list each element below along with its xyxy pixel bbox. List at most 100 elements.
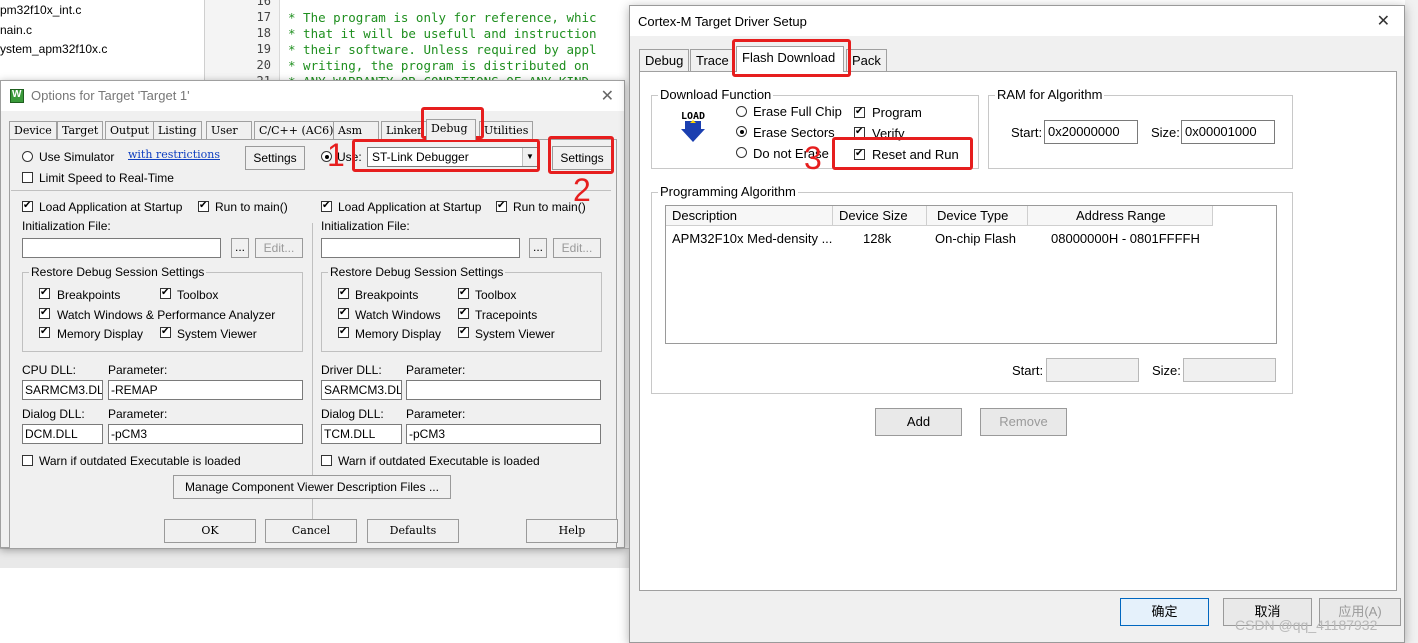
table-cell: 128k xyxy=(863,231,892,246)
column-header[interactable]: Device Type xyxy=(927,206,1028,226)
dialog-title: Cortex-M Target Driver Setup xyxy=(638,14,807,29)
algo-size-input[interactable] xyxy=(1183,358,1276,382)
cpu-dll-input[interactable]: SARMCM3.DLL xyxy=(22,380,103,400)
annotation-number-2: 2 xyxy=(573,172,591,208)
toolbox-checkbox[interactable] xyxy=(160,286,171,300)
with-restrictions-link[interactable]: with restrictions xyxy=(128,148,220,161)
driver-dll-parameter-input[interactable] xyxy=(406,380,601,400)
tab-debug[interactable]: Debug xyxy=(639,49,690,71)
run-to-main-label: Run to main() xyxy=(215,200,288,214)
background-window-edge xyxy=(1405,0,1418,643)
init-file-input[interactable] xyxy=(321,238,520,258)
memory-display-checkbox[interactable] xyxy=(338,325,349,339)
close-icon[interactable]: ✕ xyxy=(601,86,614,106)
column-header[interactable]: Device Size xyxy=(833,206,927,226)
load-app-checkbox[interactable] xyxy=(22,199,33,213)
dialog-dll-parameter-input[interactable]: -pCM3 xyxy=(406,424,601,444)
group-label: Download Function xyxy=(658,87,774,102)
file-item[interactable]: ystem_apm32f10x.c xyxy=(0,42,107,56)
table-cell: 08000000H - 0801FFFFH xyxy=(1051,231,1200,246)
erase-sectors-radio[interactable] xyxy=(736,126,747,137)
tab-target[interactable]: Target xyxy=(57,121,104,139)
dialog-title-bar[interactable]: Cortex-M Target Driver Setup ✕ xyxy=(630,6,1404,36)
help-button[interactable]: Help xyxy=(526,519,618,543)
column-header[interactable]: Address Range xyxy=(1028,206,1213,226)
tab-device[interactable]: Device xyxy=(9,121,57,139)
algo-start-input[interactable] xyxy=(1046,358,1139,382)
column-header[interactable]: Description xyxy=(666,206,833,226)
init-file-edit-button[interactable]: Edit... xyxy=(255,238,303,258)
algorithm-table[interactable]: Description Device Size Device Type Addr… xyxy=(665,205,1277,344)
warn-outdated-checkbox[interactable] xyxy=(22,455,33,466)
dialog-dll-input[interactable]: DCM.DLL xyxy=(22,424,103,444)
tracepoints-label: Tracepoints xyxy=(475,308,538,322)
warn-outdated-checkbox[interactable] xyxy=(321,455,332,466)
toolbox-checkbox[interactable] xyxy=(458,286,469,300)
watch-windows-checkbox[interactable] xyxy=(338,306,349,320)
parameter-label: Parameter: xyxy=(108,363,168,377)
load-app-checkbox[interactable] xyxy=(321,199,332,213)
tab-utilities[interactable]: Utilities xyxy=(479,121,534,139)
annotation-number-3: 3 xyxy=(804,140,822,176)
manage-component-viewer-button[interactable]: Manage Component Viewer Description File… xyxy=(173,475,451,499)
file-item[interactable]: pm32f10x_int.c xyxy=(0,3,81,17)
code-line: * their software. Unless required by app… xyxy=(288,42,597,57)
remove-button[interactable]: Remove xyxy=(980,408,1067,436)
system-viewer-checkbox[interactable] xyxy=(160,325,171,339)
memory-display-label: Memory Display xyxy=(355,327,442,341)
ok-button[interactable]: OK xyxy=(164,519,256,543)
use-simulator-radio[interactable] xyxy=(22,151,33,162)
watch-windows-checkbox[interactable] xyxy=(39,306,50,320)
init-file-input[interactable] xyxy=(22,238,221,258)
dialog-title-bar[interactable]: Options for Target 'Target 1' ✕ xyxy=(1,81,624,111)
ok-button[interactable]: 确定 xyxy=(1120,598,1209,626)
cancel-button[interactable]: Cancel xyxy=(265,519,357,543)
tracepoints-checkbox[interactable] xyxy=(458,306,469,320)
limit-speed-checkbox[interactable] xyxy=(22,172,33,183)
init-file-browse-button[interactable]: ... xyxy=(529,238,547,258)
init-file-edit-button[interactable]: Edit... xyxy=(553,238,601,258)
tab-trace[interactable]: Trace xyxy=(690,49,735,71)
add-button[interactable]: Add xyxy=(875,408,962,436)
load-app-label: Load Application at Startup xyxy=(39,200,183,214)
tab-pack[interactable]: Pack xyxy=(846,49,887,71)
do-not-erase-radio[interactable] xyxy=(736,147,747,158)
dialog-dll-input[interactable]: TCM.DLL xyxy=(321,424,402,444)
ram-size-label: Size: xyxy=(1151,125,1180,140)
simulator-settings-button[interactable]: Settings xyxy=(245,146,305,170)
tab-listing[interactable]: Listing xyxy=(153,121,202,139)
run-to-main-checkbox[interactable] xyxy=(496,199,507,213)
memory-display-checkbox[interactable] xyxy=(39,325,50,339)
erase-full-chip-radio[interactable] xyxy=(736,106,747,117)
line-number: 16 xyxy=(256,0,271,8)
line-number: 20 xyxy=(256,58,271,72)
breakpoints-checkbox[interactable] xyxy=(39,286,50,300)
line-number: 17 xyxy=(256,10,271,24)
tab-cpp[interactable]: C/C++ (AC6) xyxy=(254,121,339,139)
algo-size-label: Size: xyxy=(1152,363,1181,378)
system-viewer-checkbox[interactable] xyxy=(458,325,469,339)
file-item[interactable]: nain.c xyxy=(0,23,32,37)
program-checkbox[interactable] xyxy=(854,105,865,119)
cpu-dll-parameter-input[interactable]: -REMAP xyxy=(108,380,303,400)
breakpoints-checkbox[interactable] xyxy=(338,286,349,300)
tab-output[interactable]: Output xyxy=(105,121,155,139)
dialog-dll-parameter-input[interactable]: -pCM3 xyxy=(108,424,303,444)
tab-user[interactable]: User xyxy=(206,121,252,139)
line-number: 19 xyxy=(256,42,271,56)
code-line: * writing, the program is distributed on xyxy=(288,58,590,73)
run-to-main-checkbox[interactable] xyxy=(198,199,209,213)
close-icon[interactable]: ✕ xyxy=(1377,11,1390,31)
code-editor[interactable]: * The program is only for reference, whi… xyxy=(280,0,630,90)
ram-start-input[interactable]: 0x20000000 xyxy=(1044,120,1138,144)
driver-dll-input[interactable]: SARMCM3.DLL xyxy=(321,380,402,400)
tab-flash-download[interactable]: Flash Download xyxy=(736,46,844,72)
table-cell: APM32F10x Med-density ... xyxy=(672,231,833,246)
keil-app-icon xyxy=(10,89,24,103)
tab-debug[interactable]: Debug xyxy=(426,119,476,140)
ram-size-input[interactable]: 0x00001000 xyxy=(1181,120,1275,144)
defaults-button[interactable]: Defaults xyxy=(367,519,459,543)
use-simulator-label: Use Simulator xyxy=(39,150,115,164)
init-file-browse-button[interactable]: ... xyxy=(231,238,249,258)
init-file-label: Initialization File: xyxy=(22,219,111,233)
